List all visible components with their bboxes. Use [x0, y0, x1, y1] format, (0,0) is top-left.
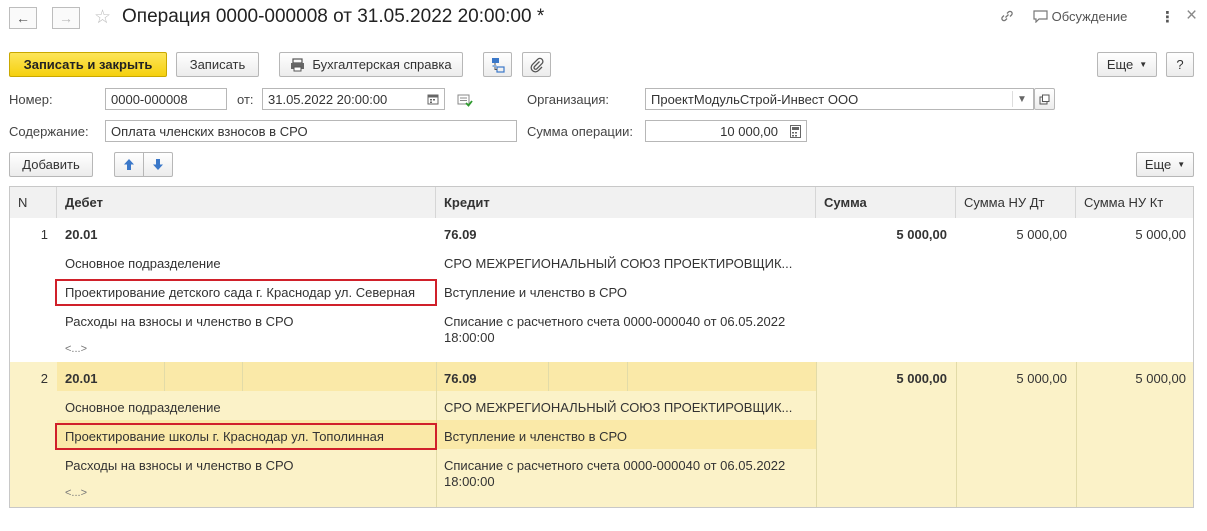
organization-label: Организация: — [527, 92, 610, 107]
entries-table: N Дебет Кредит Сумма Сумма НУ Дт Сумма Н… — [9, 186, 1194, 508]
open-window-icon — [1039, 94, 1050, 104]
debit-account: 20.01 — [65, 371, 98, 386]
printer-icon — [291, 57, 305, 71]
date-field[interactable]: 31.05.2022 20:00:00 — [262, 88, 445, 110]
date-label: от: — [237, 92, 254, 107]
move-down-button[interactable] — [143, 152, 173, 177]
debit-subconto-1: Основное подразделение — [65, 400, 221, 415]
page-title: Операция 0000-000008 от 31.05.2022 20:00… — [122, 6, 545, 27]
organization-field[interactable]: ПроектМодульСтрой-Инвест ООО ▼ — [645, 88, 1034, 110]
table-more-label: Еще — [1144, 157, 1172, 172]
help-button[interactable]: ? — [1166, 52, 1194, 77]
save-and-close-button[interactable]: Записать и закрыть — [9, 52, 167, 77]
row-number: 1 — [40, 227, 48, 242]
more-menu-icon[interactable]: ⋮ — [1160, 8, 1175, 26]
cell-divider — [548, 362, 549, 391]
credit-subconto-3-time: 18:00:00 — [444, 330, 495, 345]
column-header-sum-nu-dt[interactable]: Сумма НУ Дт — [956, 187, 1076, 218]
credit-subconto-1: СРО МЕЖРЕГИОНАЛЬНЫЙ СОЮЗ ПРОЕКТИРОВЩИК..… — [444, 256, 793, 271]
arrow-left-icon: ← — [16, 10, 30, 26]
highlight-frame — [55, 423, 437, 450]
organization-value: ПроектМодульСтрой-Инвест ООО — [651, 92, 859, 107]
sum-nu-dt-cell: 5 000,00 — [1016, 371, 1067, 386]
close-icon[interactable]: × — [1186, 5, 1197, 27]
debit-subconto-1: Основное подразделение — [65, 256, 221, 271]
debit-subconto-3: Расходы на взносы и членство в СРО — [65, 314, 294, 329]
favorite-star-icon[interactable]: ☆ — [94, 6, 111, 29]
credit-subconto-3: Списание с расчетного счета 0000-000040 … — [444, 314, 786, 329]
credit-subconto-2: Вступление и членство в СРО — [444, 285, 628, 300]
table-row[interactable]: 1 20.01 Основное подразделение Проектиро… — [10, 218, 1193, 363]
column-header-sum[interactable]: Сумма — [816, 187, 956, 218]
debit-more-link[interactable]: <...> — [65, 343, 87, 355]
number-label: Номер: — [9, 92, 53, 107]
arrow-down-icon — [153, 159, 163, 170]
row-number: 2 — [40, 371, 48, 386]
move-up-button[interactable] — [114, 152, 144, 177]
credit-account: 76.09 — [444, 227, 477, 242]
back-button[interactable]: ← — [9, 7, 37, 29]
chat-icon — [1033, 10, 1048, 24]
discussion-label: Обсуждение — [1051, 9, 1128, 24]
credit-account: 76.09 — [444, 371, 477, 386]
highlight-frame — [55, 279, 437, 306]
sum-nu-kt-cell: 5 000,00 — [1135, 371, 1186, 386]
credit-subconto-3-time: 18:00:00 — [444, 474, 495, 489]
forward-button[interactable]: → — [52, 7, 80, 29]
open-organization-button[interactable] — [1034, 88, 1055, 110]
arrow-right-icon: → — [59, 10, 73, 26]
accounting-report-button[interactable]: Бухгалтерская справка — [279, 52, 463, 77]
save-button[interactable]: Записать — [176, 52, 259, 77]
more-label: Еще — [1106, 57, 1134, 72]
link-icon[interactable] — [999, 8, 1015, 27]
credit-subconto-1: СРО МЕЖРЕГИОНАЛЬНЫЙ СОЮЗ ПРОЕКТИРОВЩИК..… — [444, 400, 793, 415]
date-value: 31.05.2022 20:00:00 — [268, 92, 388, 107]
cell-divider — [164, 362, 165, 391]
dropdown-arrow-icon[interactable]: ▼ — [1012, 91, 1031, 107]
debit-subconto-3: Расходы на взносы и членство в СРО — [65, 458, 294, 473]
table-more-button[interactable]: Еще ▼ — [1136, 152, 1194, 177]
column-header-credit[interactable]: Кредит — [436, 187, 816, 218]
debit-account: 20.01 — [65, 227, 98, 242]
hierarchy-icon — [491, 57, 505, 73]
operation-sum-label: Сумма операции: — [527, 124, 633, 139]
column-header-sum-nu-kt[interactable]: Сумма НУ Кт — [1076, 187, 1193, 218]
column-header-debit[interactable]: Дебет — [57, 187, 436, 218]
caret-down-icon: ▼ — [1177, 160, 1186, 169]
number-field[interactable]: 0000-000008 — [105, 88, 227, 110]
calendar-icon[interactable] — [424, 91, 442, 107]
sum-cell: 5 000,00 — [896, 227, 947, 242]
arrow-up-icon — [124, 159, 134, 170]
discussion-button[interactable]: Обсуждение — [1033, 9, 1127, 24]
column-header-n[interactable]: N — [10, 187, 57, 218]
document-status-icon — [457, 93, 473, 110]
credit-subconto-3: Списание с расчетного счета 0000-000040 … — [444, 458, 786, 473]
content-label: Содержание: — [9, 124, 89, 139]
sum-nu-dt-cell: 5 000,00 — [1016, 227, 1067, 242]
table-header: N Дебет Кредит Сумма Сумма НУ Дт Сумма Н… — [10, 187, 1193, 219]
attach-button[interactable] — [522, 52, 551, 77]
sum-cell: 5 000,00 — [896, 371, 947, 386]
add-button[interactable]: Добавить — [9, 152, 93, 177]
calculator-icon[interactable] — [786, 123, 804, 139]
credit-subconto-2: Вступление и членство в СРО — [444, 429, 628, 444]
paperclip-icon — [530, 57, 544, 72]
operation-sum-field[interactable]: 10 000,00 — [645, 120, 807, 142]
sum-nu-kt-cell: 5 000,00 — [1135, 227, 1186, 242]
table-row-selected[interactable]: 2 20.01 Основное подразделение Проектиро… — [10, 362, 1193, 507]
cell-divider — [242, 362, 243, 391]
debit-more-link[interactable]: <...> — [65, 487, 87, 499]
accounting-report-label: Бухгалтерская справка — [312, 57, 452, 72]
operation-sum-value: 10 000,00 — [720, 124, 778, 139]
caret-down-icon: ▼ — [1139, 60, 1148, 69]
current-row-band — [57, 362, 817, 391]
content-field[interactable]: Оплата членских взносов в СРО — [105, 120, 517, 142]
structure-button[interactable] — [483, 52, 512, 77]
more-button[interactable]: Еще ▼ — [1097, 52, 1157, 77]
cell-divider — [627, 362, 628, 391]
